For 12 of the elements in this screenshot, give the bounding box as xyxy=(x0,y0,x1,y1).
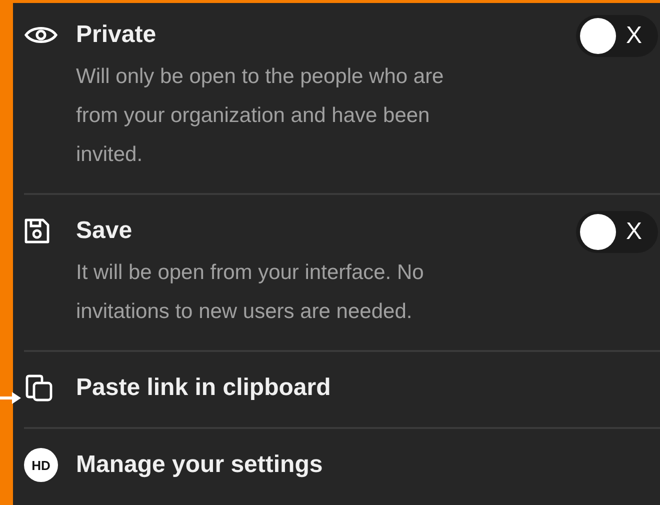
option-title: Private xyxy=(76,20,158,50)
option-title[interactable]: Paste link in clipboard xyxy=(76,368,660,408)
option-title: Save xyxy=(76,216,134,246)
toggle-switch[interactable]: X xyxy=(576,15,658,57)
avatar: HD xyxy=(24,448,58,482)
option-description: It will be open from your interface. No invitations to new users are needed. xyxy=(76,260,425,325)
copy-icon xyxy=(24,373,54,403)
eye-icon xyxy=(24,24,58,46)
option-title[interactable]: Manage your settings xyxy=(76,445,660,485)
option-description: Will only be open to the people who are from your organization and have been invited. xyxy=(76,64,445,168)
pointer-arrow-icon xyxy=(0,391,22,405)
toggle-switch[interactable]: X xyxy=(576,211,658,253)
